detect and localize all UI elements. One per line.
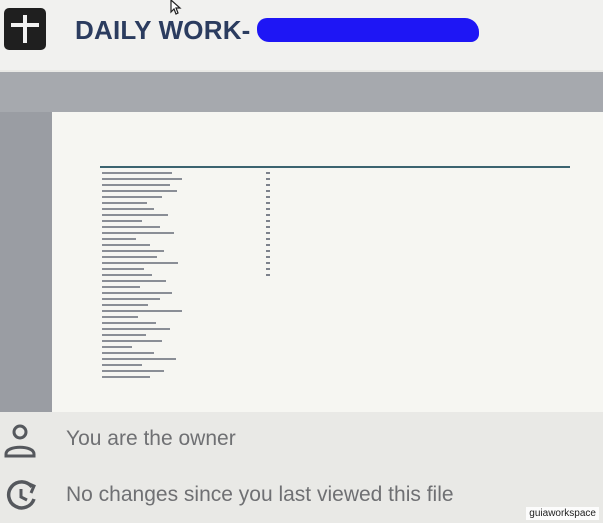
watermark-text: guiaworkspace [526,507,599,520]
sheet-row-line [102,178,182,180]
sheet-row-line [102,184,170,186]
sheet-row-line [102,268,144,270]
sheet-cell-mark [266,232,270,234]
sheet-row-line [102,292,172,294]
sheet-row-line [102,208,154,210]
sheet-cell-mark [266,202,270,204]
sheet-row-line [102,286,140,288]
sheet-row-line [102,274,152,276]
sheet-row-line [102,364,142,366]
sheet-row-line [102,190,177,192]
sheet-row-line [102,352,154,354]
sheet-cell-mark [266,268,270,270]
sheet-cell-mark [266,244,270,246]
sheet-cell-mark [266,274,270,276]
sheet-cell-mark [266,178,270,180]
file-header: DAILY WORK- [0,0,603,70]
sheet-cell-mark [266,184,270,186]
sheet-cell-mark [266,196,270,198]
sheet-row-line [102,340,162,342]
sheet-row-line [102,250,164,252]
sheet-cell-mark [266,250,270,252]
file-preview[interactable] [0,72,603,412]
sheet-row-line [102,220,142,222]
sheet-row-line [102,238,136,240]
file-title-text: DAILY WORK- [75,14,251,45]
mouse-pointer-icon [168,0,190,21]
sheet-row-line [102,256,157,258]
sheet-cell-mark [266,220,270,222]
sheet-cell-mark [266,190,270,192]
sheet-rows [102,172,270,378]
sheet-row-line [102,244,150,246]
sheet-row-line [102,304,148,306]
sheet-row-line [102,262,178,264]
sheet-row-line [102,316,138,318]
file-title: DAILY WORK- [75,14,479,46]
sheet-cell-mark [266,256,270,258]
sheet-row-line [102,202,147,204]
sheet-cell-mark [266,238,270,240]
sheet-row-line [102,172,172,174]
spreadsheet-thumbnail [52,112,603,412]
sheet-header-line [100,166,570,168]
sheet-row-line [102,346,132,348]
sheet-cell-mark [266,226,270,228]
sheet-row-line [102,310,182,312]
sheet-cell-mark [266,214,270,216]
sheet-row-line [102,376,150,378]
sheet-row-line [102,334,146,336]
sheet-cell-mark [266,208,270,210]
owner-row: You are the owner [0,421,603,461]
redaction-mark [256,18,479,42]
sheet-row-line [102,214,168,216]
sheet-row-line [102,322,156,324]
sheet-row-line [102,280,166,282]
owner-text: You are the owner [66,427,236,450]
sheet-cell-mark [266,262,270,264]
sheet-row-line [102,328,170,330]
activity-text: No changes since you last viewed this fi… [66,483,454,506]
sheet-row-line [102,232,174,234]
sheet-row-line [102,196,162,198]
sheet-row-line [102,226,160,228]
person-icon [2,421,42,466]
preview-top-band [0,72,603,112]
sheet-row-line [102,298,160,300]
sheet-cell-mark [266,172,270,174]
history-icon [2,477,42,522]
sheet-row-line [102,358,176,360]
sheet-row-line [102,370,164,372]
activity-row: No changes since you last viewed this fi… [0,477,603,517]
new-document-icon[interactable] [4,8,46,50]
